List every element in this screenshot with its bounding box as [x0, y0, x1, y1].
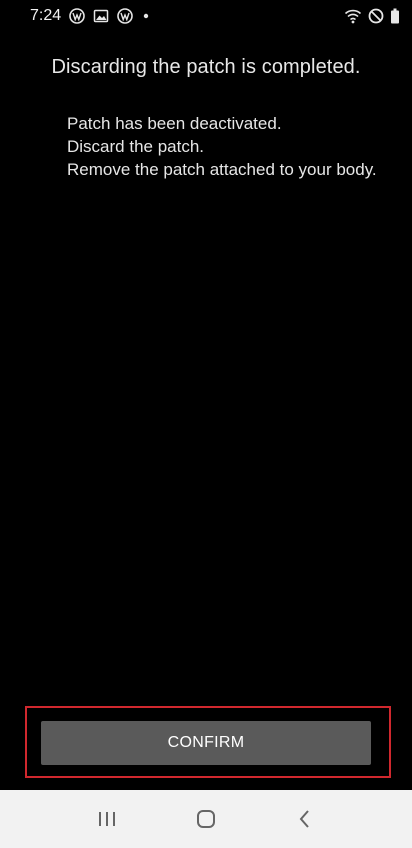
status-bar: 7:24 [0, 0, 412, 32]
navigation-bar [0, 790, 412, 848]
back-button[interactable] [280, 794, 330, 844]
status-time: 7:24 [30, 7, 62, 24]
message-line: Remove the patch attached to your body. [67, 160, 377, 179]
wifi-icon [344, 8, 362, 24]
confirm-button[interactable]: CONFIRM [41, 721, 371, 765]
home-button[interactable] [181, 794, 231, 844]
home-icon [195, 808, 217, 830]
dot-icon [141, 8, 151, 24]
status-right [344, 8, 400, 24]
wordpress-icon [69, 8, 85, 24]
instruction-message: Patch has been deactivated. Discard the … [67, 112, 387, 181]
recent-apps-icon [96, 809, 118, 829]
back-icon [294, 808, 316, 830]
page-title: Discarding the patch is completed. [51, 56, 361, 78]
image-icon [93, 8, 109, 24]
wordpress-icon [117, 8, 133, 24]
message-line: Discard the patch. [67, 137, 205, 156]
battery-icon [390, 8, 400, 24]
do-not-disturb-icon [368, 8, 384, 24]
recent-apps-button[interactable] [82, 794, 132, 844]
status-left: 7:24 [30, 7, 151, 25]
message-line: Patch has been deactivated. [67, 114, 282, 133]
